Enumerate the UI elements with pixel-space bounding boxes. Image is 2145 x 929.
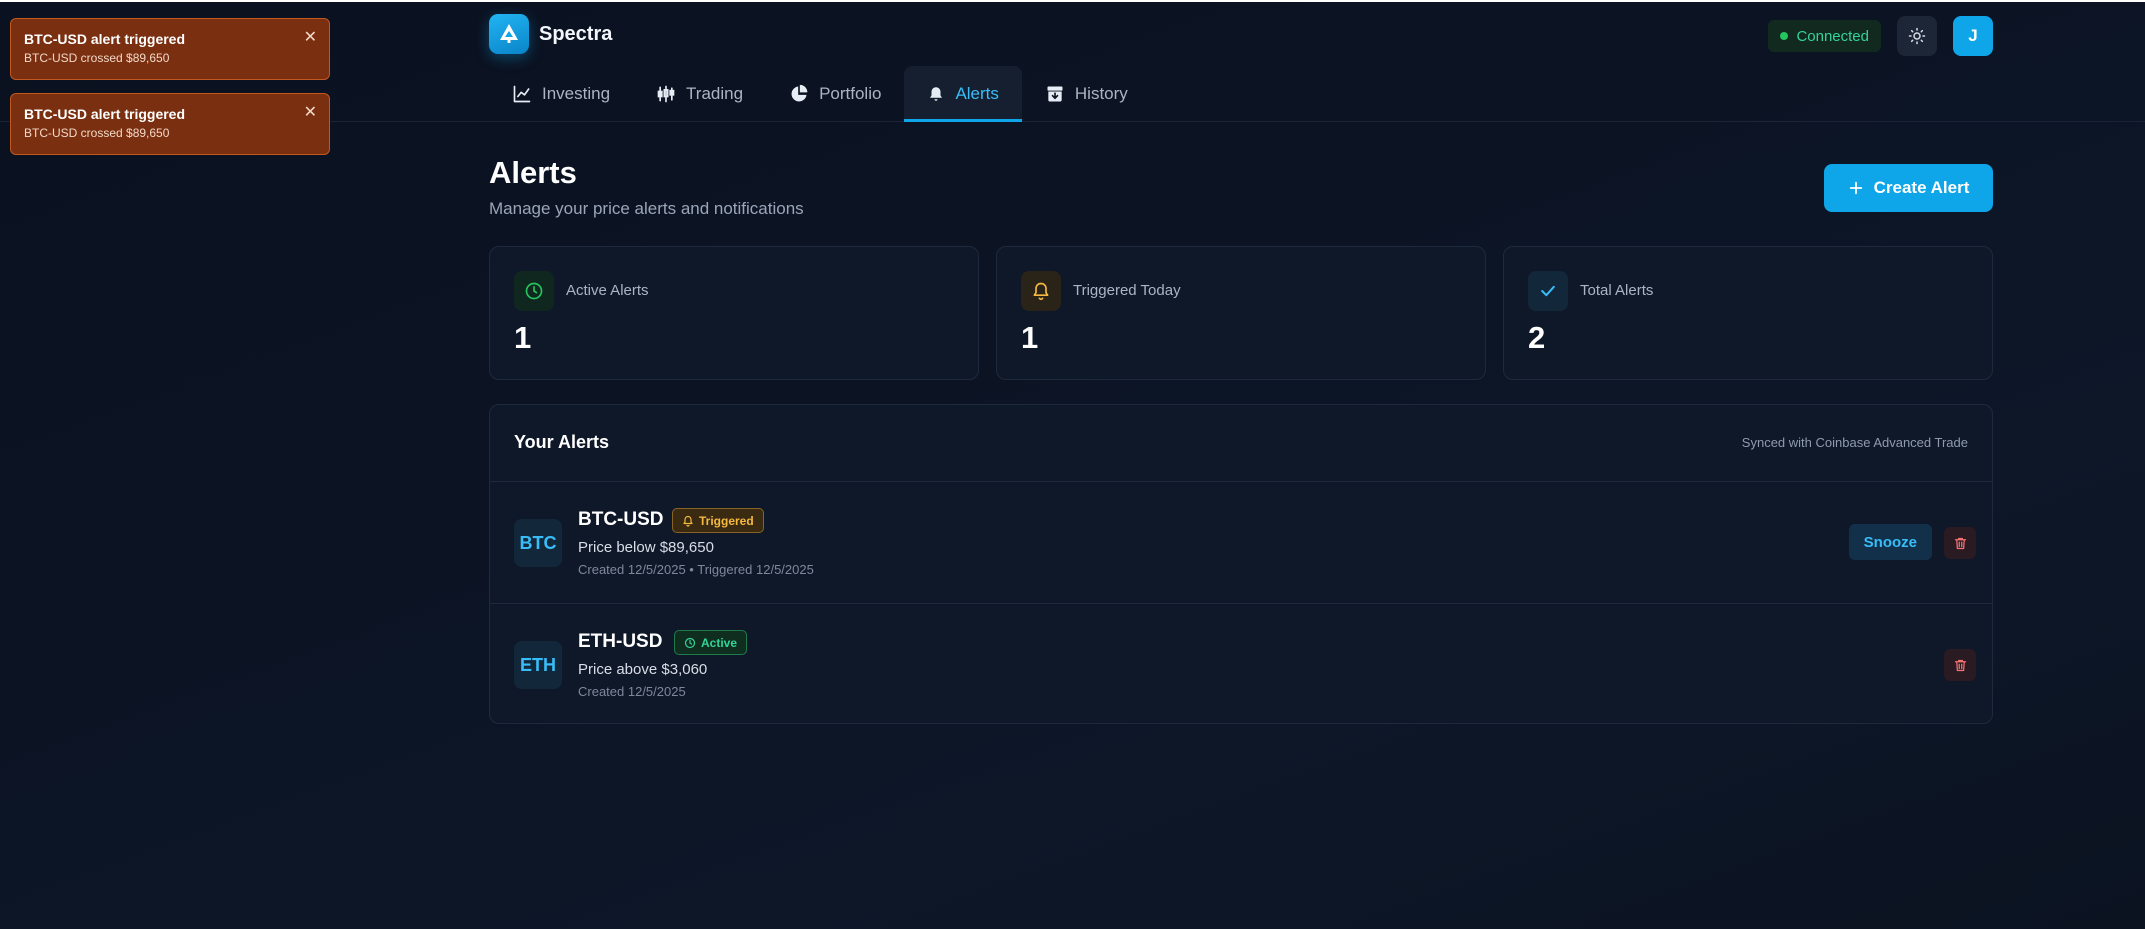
tab-label: Trading — [686, 84, 744, 103]
trash-icon — [1954, 659, 1966, 671]
tab-portfolio[interactable]: Portfolio — [766, 66, 904, 122]
bell-icon — [930, 87, 943, 101]
status-badge: Triggered — [672, 508, 764, 533]
tab-alerts[interactable]: Alerts — [904, 66, 1023, 122]
check-icon — [1528, 271, 1568, 311]
stat-card-active-alerts: Active Alerts 1 — [489, 246, 979, 380]
tab-trading[interactable]: Trading — [633, 66, 766, 122]
alert-pair: ETH-USD — [578, 631, 663, 652]
toast-title: BTC-USD alert triggered — [24, 106, 186, 122]
stat-card-triggered-today: Triggered Today 1 — [996, 246, 1486, 380]
delete-button[interactable] — [1944, 527, 1976, 559]
close-icon[interactable]: ✕ — [304, 30, 317, 46]
line-chart-icon — [513, 85, 531, 103]
brand[interactable]: Spectra — [489, 14, 612, 54]
toast-body: BTC-USD crossed $89,650 — [24, 51, 170, 65]
connection-status-badge: Connected — [1768, 20, 1881, 52]
pie-chart-icon — [791, 84, 808, 102]
snooze-button[interactable]: Snooze — [1848, 524, 1932, 560]
status-badge: Active — [674, 630, 748, 655]
shield-arrow-logo-icon — [489, 14, 529, 54]
clock-icon — [514, 271, 554, 311]
asset-icon: ETH — [514, 641, 562, 689]
create-alert-label: Create Alert — [1873, 178, 1970, 197]
header-actions: Connected J — [1768, 16, 1993, 56]
stat-label: Total Alerts — [1580, 282, 1654, 299]
alert-condition: Price above $3,060 — [578, 661, 708, 678]
tab-history[interactable]: History — [1022, 66, 1151, 122]
trash-icon — [1954, 537, 1966, 549]
stat-label: Active Alerts — [566, 282, 649, 299]
alert-meta: Created 12/5/2025 • Triggered 12/5/2025 — [578, 562, 814, 577]
alert-row[interactable]: ETH ETH-USD Active Price above $3,060 Cr… — [490, 603, 1992, 723]
stat-card-total-alerts: Total Alerts 2 — [1503, 246, 1993, 380]
user-avatar-button[interactable]: J — [1953, 16, 1993, 56]
stat-value: 2 — [1528, 320, 1546, 355]
alert-pair: BTC-USD — [578, 509, 664, 530]
status-badge-label: Active — [701, 635, 738, 650]
bell-icon — [683, 515, 693, 527]
delete-button[interactable] — [1944, 649, 1976, 681]
status-dot-icon — [1780, 32, 1789, 40]
page-subtitle: Manage your price alerts and notificatio… — [489, 199, 804, 218]
asset-icon: BTC — [514, 519, 562, 567]
tab-label: Alerts — [955, 84, 999, 103]
candlestick-icon — [657, 85, 675, 103]
alert-meta: Created 12/5/2025 — [578, 684, 686, 699]
connection-status-label: Connected — [1796, 27, 1869, 45]
clock-icon — [684, 637, 696, 648]
tab-label: History — [1074, 84, 1128, 103]
create-alert-button[interactable]: Create Alert — [1824, 164, 1993, 212]
toast-body: BTC-USD crossed $89,650 — [24, 126, 170, 140]
archive-icon — [1047, 86, 1063, 102]
plus-icon — [1849, 181, 1862, 195]
sun-icon — [1908, 27, 1926, 45]
brand-name: Spectra — [539, 22, 613, 45]
toast-notification[interactable]: BTC-USD alert triggered BTC-USD crossed … — [10, 18, 330, 80]
stat-value: 1 — [514, 320, 532, 355]
alert-row[interactable]: BTC BTC-USD Triggered Price below $89,65… — [490, 482, 1992, 603]
theme-toggle-button[interactable] — [1897, 16, 1937, 56]
stat-value: 1 — [1021, 320, 1039, 355]
status-badge-label: Triggered — [699, 513, 754, 528]
page-title: Alerts — [489, 155, 577, 190]
tab-label: Portfolio — [819, 84, 882, 103]
bell-icon — [1021, 271, 1061, 311]
toast-title: BTC-USD alert triggered — [24, 31, 186, 47]
tab-label: Investing — [542, 84, 611, 103]
alerts-panel-header: Your Alerts Synced with Coinbase Advance… — [490, 405, 1992, 482]
alert-condition: Price below $89,650 — [578, 539, 714, 556]
alerts-panel: Your Alerts Synced with Coinbase Advance… — [489, 404, 1993, 724]
stat-label: Triggered Today — [1073, 282, 1181, 299]
toast-notification[interactable]: BTC-USD alert triggered BTC-USD crossed … — [10, 93, 330, 155]
close-icon[interactable]: ✕ — [304, 105, 317, 121]
main-tabs: Investing Trading Portfolio Alerts Histo… — [489, 66, 1151, 122]
tab-investing[interactable]: Investing — [489, 66, 633, 122]
sync-status-text: Synced with Coinbase Advanced Trade — [1741, 435, 1968, 450]
alerts-panel-title: Your Alerts — [514, 432, 610, 452]
